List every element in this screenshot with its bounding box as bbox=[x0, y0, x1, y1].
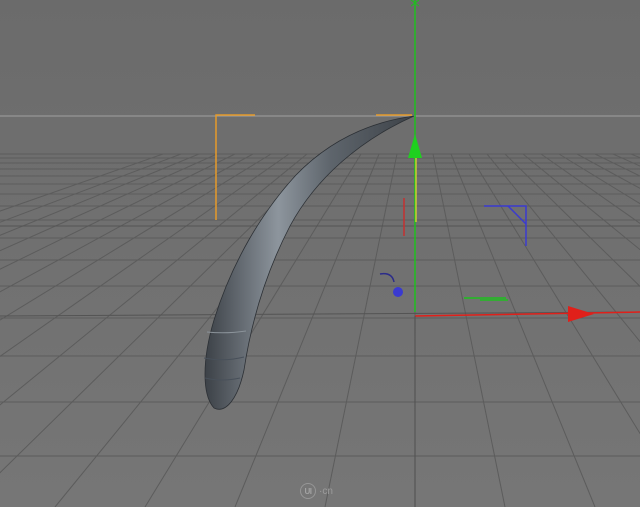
watermark-logo: UI bbox=[300, 483, 316, 499]
3d-viewport[interactable]: UI ·cn bbox=[0, 0, 640, 507]
watermark-suffix: ·cn bbox=[319, 485, 333, 497]
watermark: UI ·cn bbox=[300, 481, 360, 501]
viewport-background bbox=[0, 0, 640, 507]
